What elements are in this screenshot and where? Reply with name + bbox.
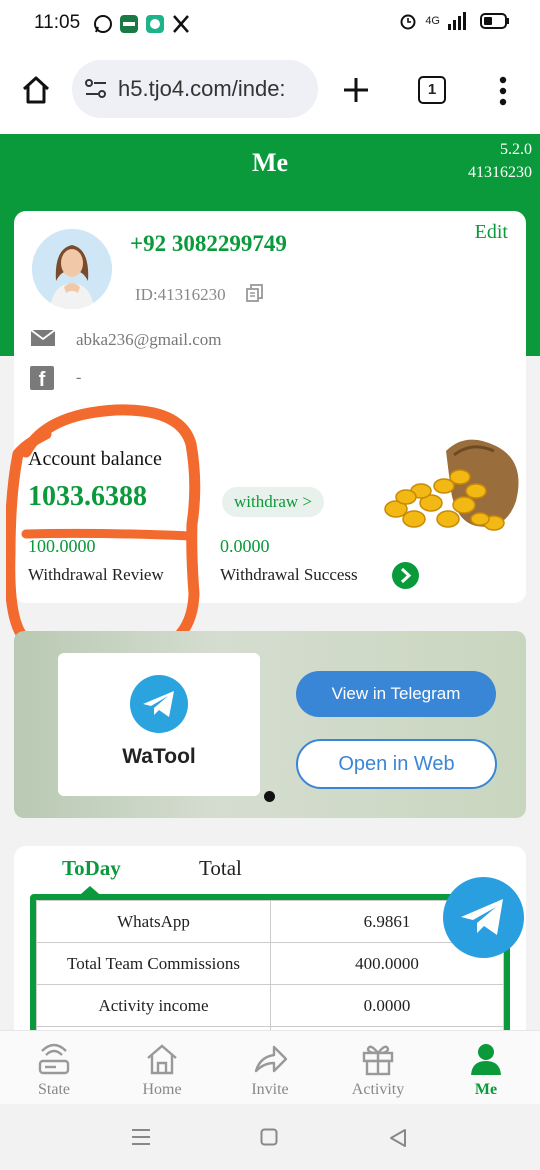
recent-apps-icon[interactable]: [131, 1128, 151, 1146]
network-type: 4G: [425, 15, 440, 27]
facebook-value: -: [76, 369, 82, 386]
carousel-indicator[interactable]: [264, 791, 275, 802]
nav-label: Me: [474, 1081, 498, 1098]
user-id: ID:41316230: [135, 285, 226, 304]
email-text: abka236@gmail.com: [76, 330, 222, 349]
wabiz-icon: [120, 15, 138, 33]
system-navigation: [0, 1104, 540, 1170]
table-row: Total Team Commissions 400.0000: [36, 942, 504, 985]
home-icon: [147, 1044, 177, 1075]
withdrawal-success-label: Withdrawal Success: [220, 565, 358, 584]
table-row: Activity income 0.0000: [36, 984, 504, 1027]
withdrawal-success-value: 0.0000: [220, 536, 270, 556]
nav-label: Home: [142, 1081, 182, 1098]
row-name: Total Team Commissions: [36, 942, 271, 985]
nav-invite[interactable]: Invite: [216, 1031, 324, 1105]
promo-banner[interactable]: WaTool View in Telegram Open in Web: [14, 631, 526, 818]
gift-icon: [362, 1045, 394, 1076]
clock: 11:05: [34, 12, 81, 33]
chat-icon: [146, 15, 164, 33]
avatar[interactable]: [32, 229, 112, 309]
facebook-icon: f: [30, 366, 54, 390]
annotation-circle: [6, 404, 201, 660]
page-title: Me: [251, 148, 289, 177]
open-in-web-button[interactable]: Open in Web: [296, 739, 497, 789]
back-icon[interactable]: [388, 1128, 408, 1148]
battery-icon: [480, 13, 509, 29]
nav-label: Invite: [251, 1081, 289, 1098]
person-icon: [471, 1044, 501, 1075]
user-code: 41316230: [468, 164, 532, 181]
nav-activity[interactable]: Activity: [324, 1031, 432, 1105]
nav-me[interactable]: Me: [432, 1031, 540, 1105]
brand-name: WaTool: [122, 745, 196, 768]
home-button-icon[interactable]: [260, 1128, 278, 1146]
copy-icon[interactable]: [246, 284, 264, 302]
signal-icon: [448, 12, 466, 30]
site-settings-icon[interactable]: [84, 78, 108, 100]
nav-home[interactable]: Home: [108, 1031, 216, 1105]
view-in-telegram-button[interactable]: View in Telegram: [296, 671, 496, 717]
whatsapp-icon: [94, 15, 112, 33]
alarm-icon: [400, 14, 416, 30]
router-icon: [38, 1043, 70, 1075]
nav-state[interactable]: State: [0, 1031, 108, 1105]
table-row: WhatsApp 6.9861: [36, 900, 504, 943]
phone-number: +92 3082299749: [130, 231, 287, 256]
x-icon: [173, 15, 189, 33]
chevron-right-icon: [400, 567, 412, 584]
browser-toolbar: h5.tjo4.com/inde: 1: [0, 48, 540, 134]
telegram-float-button[interactable]: [443, 877, 524, 958]
version-number: 5.2.0: [500, 141, 532, 158]
menu-icon[interactable]: [496, 76, 510, 106]
row-name: Activity income: [36, 984, 271, 1027]
version-info: 5.2.0 41316230: [468, 138, 532, 184]
edit-button[interactable]: Edit: [475, 221, 508, 244]
tab-today[interactable]: ToDay: [62, 856, 121, 881]
row-name: WhatsApp: [36, 900, 271, 943]
coins-bag-icon: [384, 439, 519, 531]
telegram-logo-icon: [130, 675, 188, 733]
tabs-button[interactable]: 1: [418, 76, 446, 104]
withdrawal-details-button[interactable]: [392, 562, 419, 589]
bottom-navigation: State Home Invite Activity Me: [0, 1030, 540, 1104]
new-tab-icon[interactable]: [342, 76, 370, 104]
status-bar: 11:05 4G: [0, 0, 540, 48]
withdraw-button[interactable]: withdraw >: [222, 487, 324, 517]
nav-label: Activity: [351, 1081, 405, 1098]
tab-total[interactable]: Total: [199, 856, 242, 881]
url-text: h5.tjo4.com/inde:: [118, 76, 286, 101]
avatar-image: [32, 229, 112, 309]
status-icons: 4G: [399, 12, 510, 30]
nav-label: State: [38, 1081, 70, 1098]
mail-icon: [30, 329, 56, 346]
share-icon: [254, 1045, 288, 1073]
address-bar[interactable]: h5.tjo4.com/inde:: [72, 60, 318, 118]
home-icon[interactable]: [20, 74, 52, 106]
telegram-icon: [461, 899, 503, 935]
watool-card: WaTool: [58, 653, 260, 796]
row-value: 0.0000: [270, 984, 504, 1027]
